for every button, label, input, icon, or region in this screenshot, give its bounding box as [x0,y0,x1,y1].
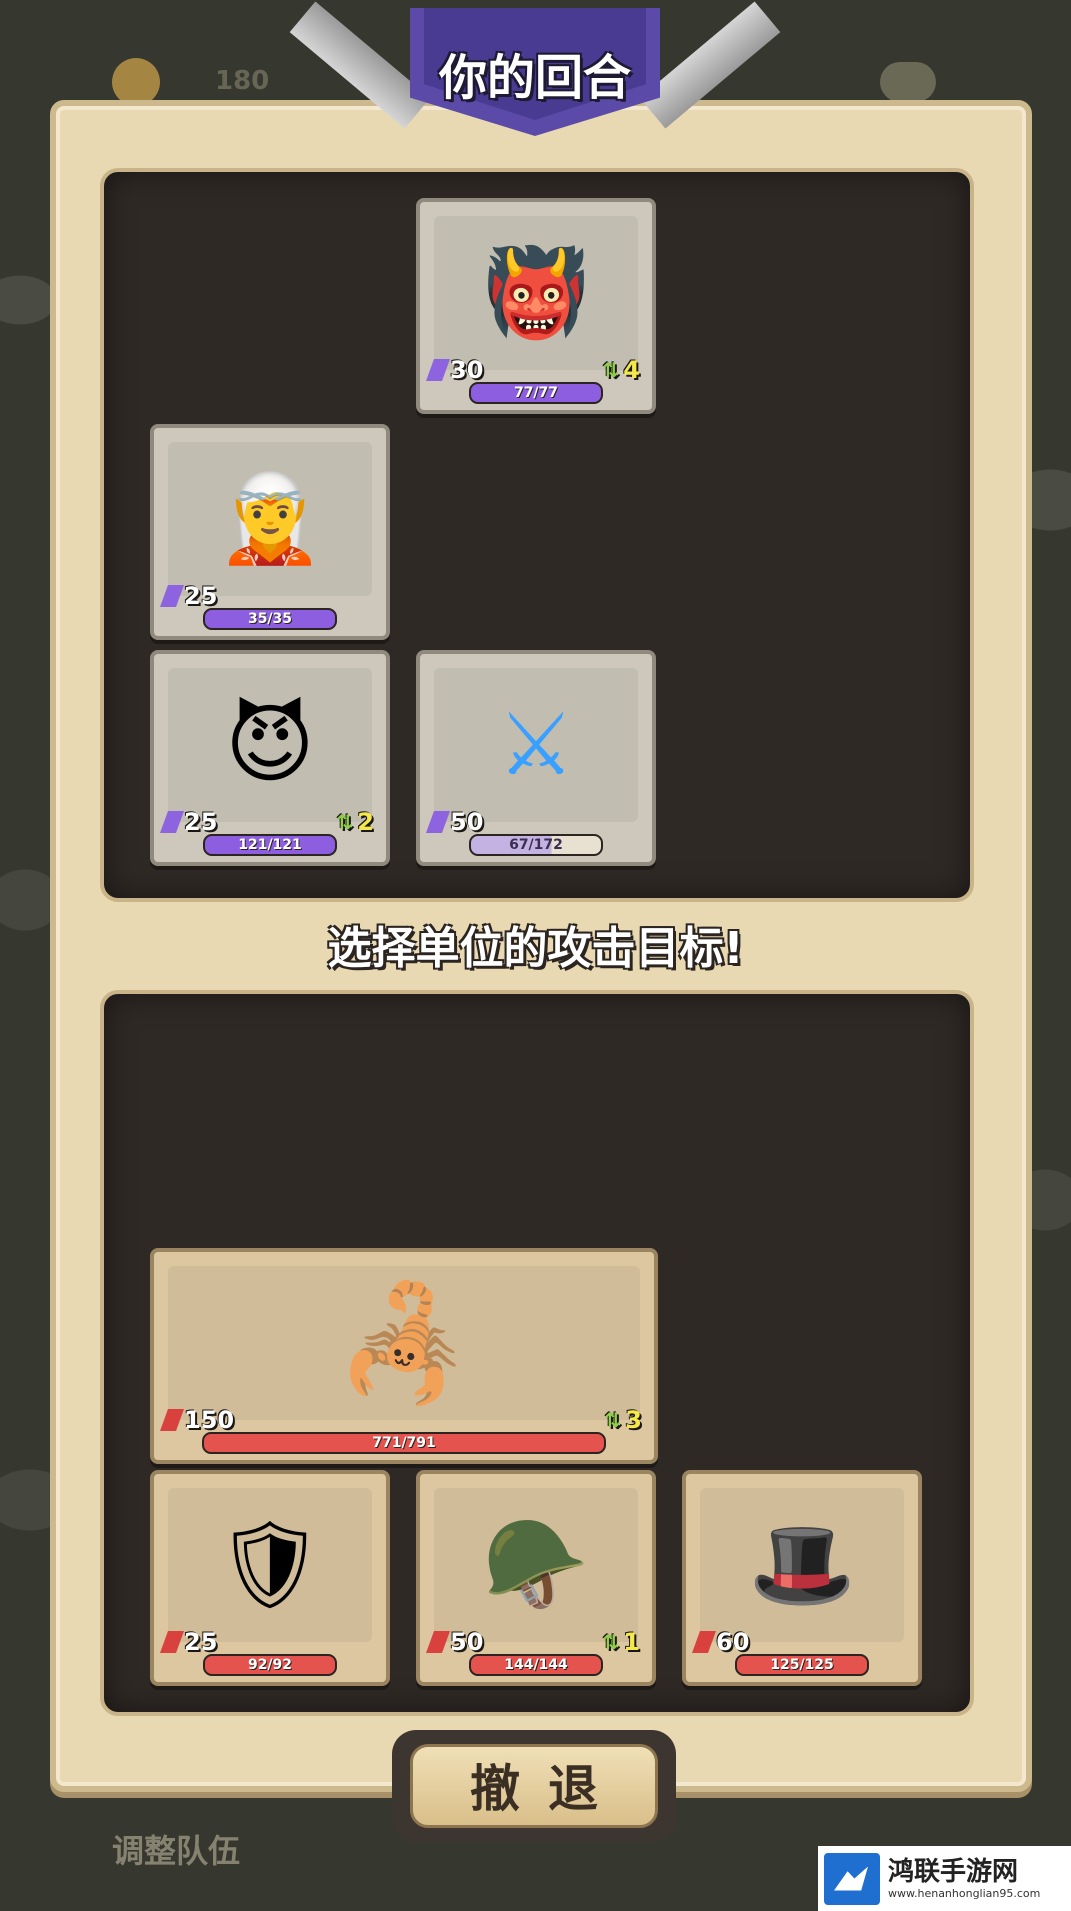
attack-stat: 30 [425,356,483,384]
ally-card-purple-hat-archer[interactable]: 🎩 60 125/125 [682,1470,922,1686]
enemy-card-purple-imp[interactable]: 😈 25 ⇅ 2 121/121 [150,650,390,866]
attack-icon [159,811,185,833]
enemy-card-green-hat-ranger[interactable]: 🧝 25 35/35 [150,424,390,640]
manticore-icon: 🦂 [168,1266,640,1420]
adjust-team-button[interactable]: 调整队伍 [112,1826,240,1872]
coin-icon [112,58,160,106]
hp-bar: 35/35 [203,608,337,630]
site-logo-icon [824,1852,880,1905]
ally-card-black-knight[interactable]: 🛡 25 92/92 [150,1470,390,1686]
enemy-card-hooded-demon[interactable]: 👹 30 ⇅ 4 77/77 [416,198,656,414]
instruction-text: 选择单位的攻击目标! [327,923,744,974]
attack-icon [159,1409,185,1431]
attack-stat: 25 [159,582,217,610]
hp-bar: 121/121 [203,834,337,856]
attack-icon [425,811,451,833]
attack-icon [425,359,451,381]
hp-bar: 144/144 [469,1654,603,1676]
hp-bar: 771/791 [202,1432,606,1454]
hp-bar: 92/92 [203,1654,337,1676]
watermark-title: 鸿联手游网 [888,1857,1019,1887]
attack-icon [159,585,185,607]
attack-stat: 25 [159,808,217,836]
speed-icon: ⇅ [602,1630,620,1654]
speed-stat: ⇅ 1 [602,1628,640,1656]
purple-imp-icon: 😈 [168,668,372,822]
black-knight-icon: 🛡 [168,1488,372,1642]
retreat-button[interactable]: 撤退 [410,1744,658,1828]
hp-bar: 67/172 [469,834,603,856]
attack-stat: 150 [159,1406,234,1434]
green-hat-ranger-icon: 🧝 [168,442,372,596]
speed-icon: ⇅ [336,810,354,834]
hooded-demon-icon: 👹 [434,216,638,370]
ally-card-manticore[interactable]: 🦂 150 ⇅ 3 771/791 [150,1248,658,1464]
plumed-knight-icon: 🪖 [434,1488,638,1642]
turn-title: 你的回合 [438,50,631,106]
attack-stat: 25 [159,1628,217,1656]
attack-stat: 50 [425,808,483,836]
attack-stat: 50 [425,1628,483,1656]
watermark-url: www.henanhonglian95.com [888,1887,1041,1900]
speed-icon: ⇅ [602,358,620,382]
resource-count: 180 [215,66,270,96]
watermark-text: 鸿联手游网 www.henanhonglian95.com [888,1857,1040,1900]
attack-stat: 60 [691,1628,749,1656]
dark-knight-icon: ⚔ [434,668,638,822]
watermark: 鸿联手游网 www.henanhonglian95.com [818,1846,1071,1911]
hp-bar: 125/125 [735,1654,869,1676]
cloud-icon [880,62,936,102]
attack-icon [691,1631,717,1653]
attack-icon [159,1631,185,1653]
purple-hat-archer-icon: 🎩 [700,1488,904,1642]
speed-stat: ⇅ 2 [336,808,374,836]
speed-stat: ⇅ 3 [604,1406,642,1434]
hp-bar: 77/77 [469,382,603,404]
enemy-card-dark-knight[interactable]: ⚔ 50 67/172 [416,650,656,866]
attack-icon [425,1631,451,1653]
ally-card-plumed-knight[interactable]: 🪖 50 ⇅ 1 144/144 [416,1470,656,1686]
speed-stat: ⇅ 4 [602,356,640,384]
speed-icon: ⇅ [604,1408,622,1432]
